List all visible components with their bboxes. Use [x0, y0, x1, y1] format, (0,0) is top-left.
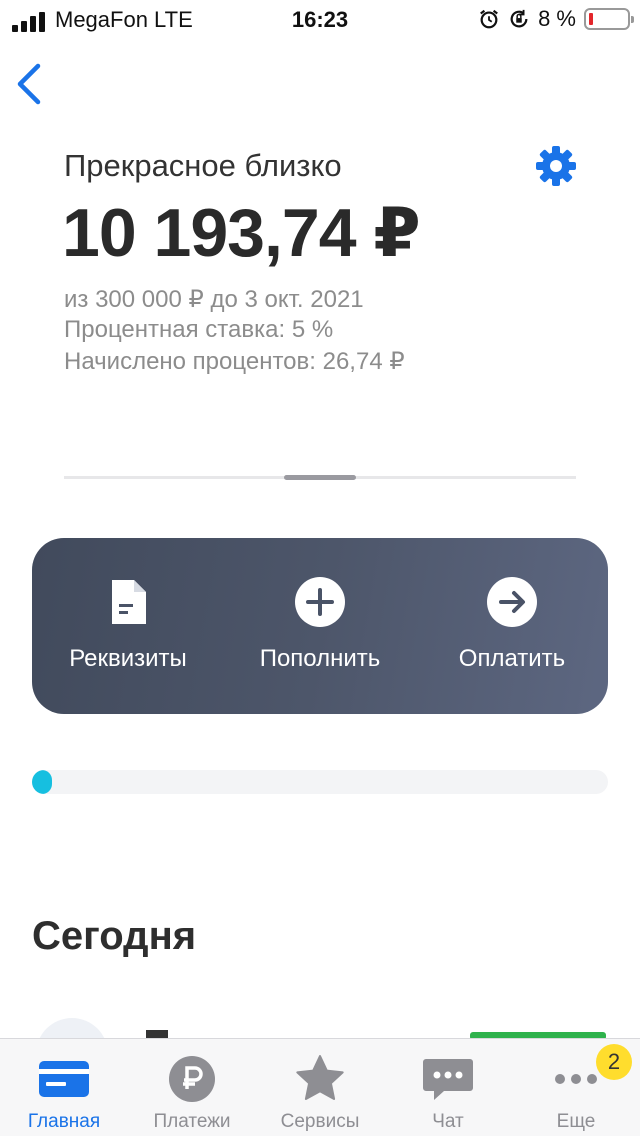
details-label: Реквизиты	[69, 645, 187, 672]
goal-progress-bar	[32, 770, 608, 794]
goal-progress-fill	[32, 770, 52, 794]
top-up-button[interactable]: Пополнить	[234, 538, 406, 714]
card-icon	[39, 1061, 89, 1097]
arrow-right-circle-icon	[487, 577, 537, 627]
tab-chat-label: Чат	[432, 1111, 464, 1132]
tab-bar: Главная Платежи Сервисы Чат Еще	[0, 1038, 640, 1136]
pay-label: Оплатить	[458, 645, 566, 672]
tab-chat[interactable]: Чат	[384, 1039, 512, 1136]
top-up-label: Пополнить	[259, 645, 381, 672]
alarm-icon	[480, 9, 498, 29]
page-indicator	[64, 475, 576, 480]
more-icon	[555, 1074, 597, 1084]
tab-main-label: Главная	[27, 1111, 101, 1132]
section-title-today: Сегодня	[32, 914, 197, 958]
notification-badge: 2	[596, 1044, 632, 1080]
pay-button[interactable]: Оплатить	[426, 538, 598, 714]
ruble-icon	[169, 1056, 215, 1102]
goal-line: из 300 000 ₽ до 3 окт. 2021	[64, 286, 364, 313]
page-indicator-thumb	[284, 475, 356, 480]
plus-circle-icon	[295, 577, 345, 627]
gear-icon[interactable]	[534, 144, 578, 188]
rotation-lock-icon	[510, 9, 528, 28]
account-balance: 10 193,74 ₽	[62, 195, 421, 271]
tab-more-label: Еще	[556, 1111, 596, 1132]
action-card: Реквизиты Пополнить Оплатить	[32, 538, 608, 714]
tab-main[interactable]: Главная	[0, 1039, 128, 1136]
document-icon	[112, 580, 146, 624]
tab-payments[interactable]: Платежи	[128, 1039, 256, 1136]
account-name: Прекрасное близко	[64, 148, 342, 183]
transaction-title-partial	[146, 1030, 168, 1038]
tab-services-label: Сервисы	[280, 1111, 360, 1132]
battery-icon	[584, 8, 634, 30]
interest-line: Начислено процентов: 26,74 ₽	[64, 348, 405, 375]
back-chevron-icon[interactable]	[10, 58, 50, 110]
status-bar: MegaFon LTE 16:23 8 %	[0, 0, 640, 40]
battery-percent: 8 %	[538, 6, 576, 31]
star-icon	[296, 1055, 344, 1100]
chat-icon	[423, 1059, 473, 1100]
tab-payments-label: Платежи	[153, 1111, 231, 1132]
status-right: 8 %	[478, 6, 634, 32]
tab-services[interactable]: Сервисы	[256, 1039, 384, 1136]
details-button[interactable]: Реквизиты	[42, 538, 214, 714]
rate-line: Процентная ставка: 5 %	[64, 316, 334, 343]
